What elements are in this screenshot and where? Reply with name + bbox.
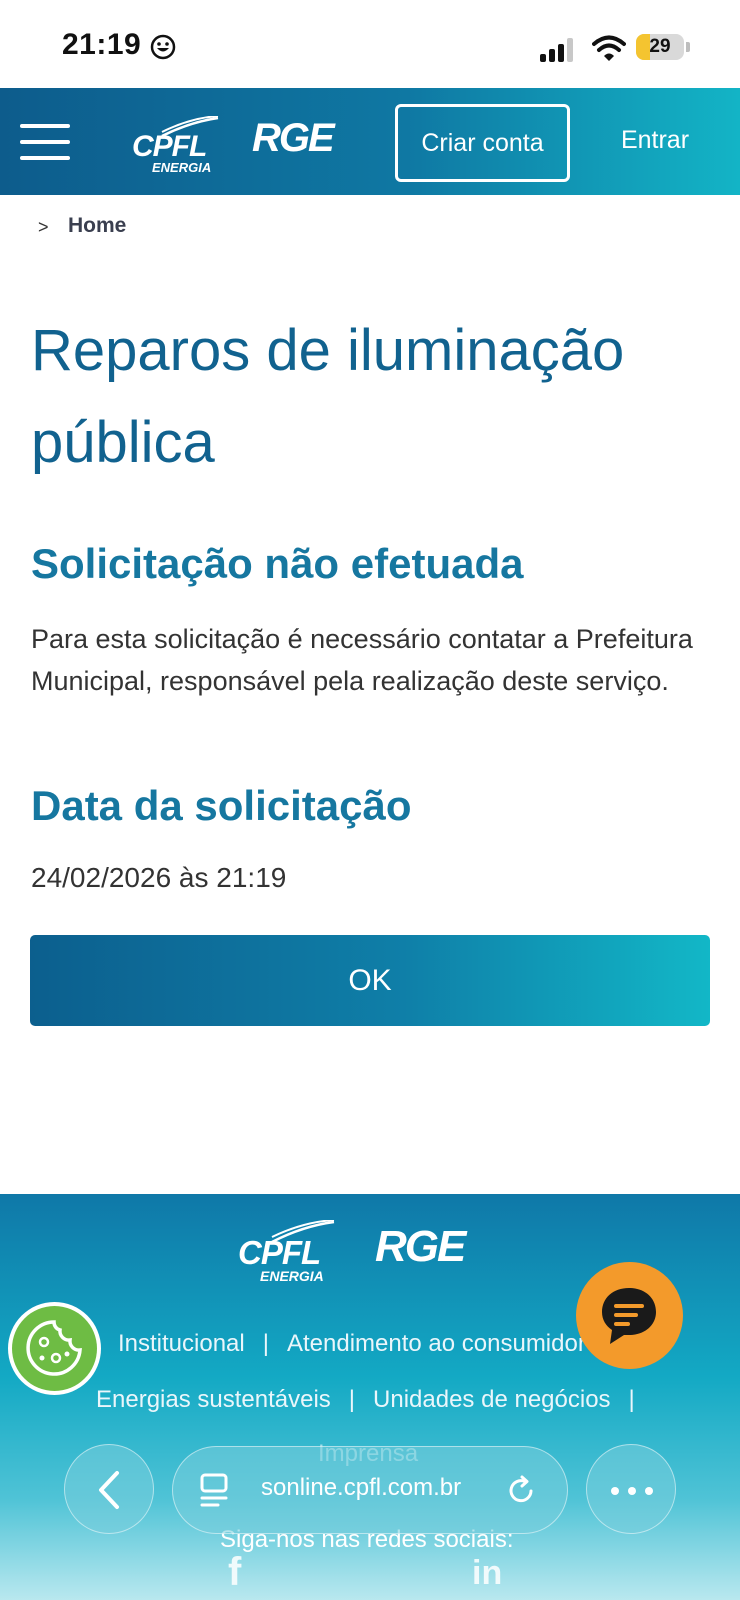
linkedin-icon[interactable]: in (472, 1554, 502, 1593)
more-dots-icon (611, 1487, 653, 1495)
rge-logo[interactable]: RGE (252, 116, 335, 161)
signal-icon (540, 38, 573, 62)
cpfl-logo-text: CPFL (132, 130, 207, 163)
footer-rge-logo[interactable]: RGE (375, 1222, 466, 1272)
footer-link-institucional[interactable]: Institucional (118, 1330, 245, 1357)
site-footer: CPFL ENERGIA RGE Institucional | Atendimen… (0, 1194, 740, 1600)
site-header: CPFL ENERGIA RGE Criar conta Entrar (0, 88, 740, 195)
chevron-left-icon (99, 1471, 119, 1509)
cookie-icon (26, 1320, 82, 1376)
reload-icon[interactable] (503, 1473, 539, 1509)
browser-back-button[interactable] (64, 1444, 154, 1534)
ok-button[interactable]: OK (30, 935, 710, 1026)
cpfl-logo-subtext: ENERGIA (152, 160, 212, 175)
chat-button[interactable] (576, 1262, 683, 1369)
footer-link-energias[interactable]: Energias sustentáveis (96, 1386, 331, 1413)
status-message: Para esta solicitação é necessário conta… (31, 624, 693, 696)
browser-url[interactable]: sonline.cpfl.com.br (261, 1474, 461, 1502)
footer-links-row-1: Institucional | Atendimento ao consumidor (118, 1330, 586, 1357)
footer-cpfl-logo[interactable]: CPFL ENERGIA (238, 1220, 338, 1284)
breadcrumb-separator: > (38, 217, 49, 237)
browser-more-button[interactable] (586, 1444, 676, 1534)
page-title: Reparos de iluminação pública (31, 318, 625, 475)
footer-cpfl-logo-text: CPFL (238, 1234, 321, 1271)
footer-link-unidades[interactable]: Unidades de negócios (373, 1386, 611, 1413)
footer-links-row-2: Energias sustentáveis | Unidades de negóci… (96, 1386, 635, 1413)
status-title: Solicitação não efetuada (31, 540, 524, 587)
cpfl-logo[interactable]: CPFL ENERGIA (132, 116, 222, 175)
battery-icon: 29 (636, 34, 690, 60)
login-button[interactable]: Entrar (600, 104, 710, 176)
breadcrumb-home-link[interactable]: Home (68, 214, 126, 238)
cookie-settings-button[interactable] (8, 1302, 101, 1395)
status-time: 21:19 (62, 28, 142, 61)
create-account-button[interactable]: Criar conta (395, 104, 570, 182)
footer-cpfl-logo-subtext: ENERGIA (260, 1268, 324, 1284)
tabs-icon[interactable] (199, 1473, 231, 1509)
facebook-icon[interactable]: f (228, 1550, 241, 1595)
footer-link-atendimento[interactable]: Atendimento ao consumidor (287, 1330, 586, 1357)
battery-level: 29 (649, 36, 671, 57)
date-title: Data da solicitação (31, 782, 412, 829)
chat-bubble-icon (602, 1288, 656, 1344)
hamburger-menu-icon[interactable] (20, 124, 70, 160)
status-bar: 21:19 29 (0, 0, 740, 90)
date-value: 24/02/2026 às 21:19 (31, 862, 287, 893)
browser-address-bar[interactable]: sonline.cpfl.com.br (172, 1446, 568, 1534)
smiley-icon (150, 34, 176, 60)
wifi-icon (592, 35, 626, 61)
